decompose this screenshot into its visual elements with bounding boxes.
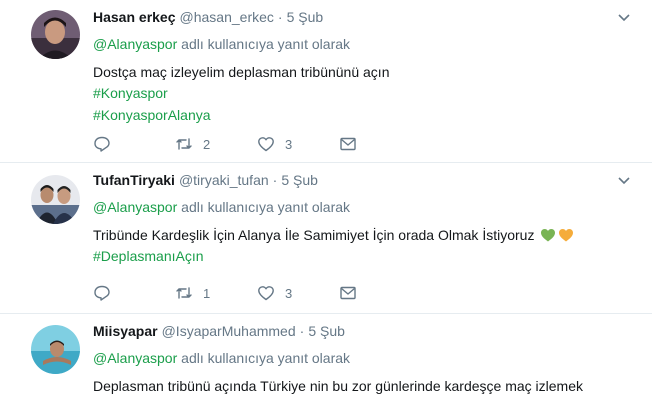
timestamp[interactable]: 5 Şub: [308, 321, 345, 341]
timestamp[interactable]: 5 Şub: [287, 7, 324, 27]
retweet-icon: [176, 287, 192, 299]
tweet-header: Miisyapar @IsyaparMuhammed · 5 Şub: [93, 321, 632, 341]
direct-message-button[interactable]: [339, 135, 421, 153]
tweet[interactable]: TufanTiryaki @tiryaki_tufan · 5 Şub @Ala…: [0, 163, 652, 314]
tweet-text-line: Dostça maç izleyelim deplasman tribününü…: [93, 64, 390, 80]
display-name[interactable]: Hasan erkeç: [93, 7, 176, 27]
reply-icon: [94, 285, 110, 301]
username[interactable]: @IsyaparMuhammed: [162, 321, 296, 341]
hashtag[interactable]: #DeplasmanıAçın: [93, 245, 632, 267]
timestamp[interactable]: 5 Şub: [281, 170, 318, 190]
retweet-count: 2: [203, 136, 211, 152]
retweet-count: 1: [203, 285, 211, 301]
reply-context-label: adlı kullanıcıya yanıt olarak: [181, 36, 351, 52]
envelope-icon: [340, 137, 356, 151]
reply-button[interactable]: [93, 284, 175, 302]
tweet-text: Deplasman tribünü açında Türkiye nin bu …: [93, 376, 632, 396]
tweet-text-content: Tribünde Kardeşlik İçin Alanya İle Samim…: [93, 227, 535, 243]
avatar[interactable]: [31, 10, 80, 59]
tweet-text: Dostça maç izleyelim deplasman tribününü…: [93, 62, 632, 126]
hashtag[interactable]: #KonyasporAlanya: [93, 104, 632, 126]
reply-context: @Alanyaspor adlı kullanıcıya yanıt olara…: [93, 34, 632, 54]
display-name[interactable]: Miisyapar: [93, 321, 158, 341]
avatar[interactable]: [31, 175, 80, 224]
display-name[interactable]: TufanTiryaki: [93, 170, 175, 190]
tweet-text-line: Tribünde Kardeşlik İçin Alanya İle Samim…: [93, 225, 632, 245]
tweet[interactable]: Hasan erkeç @hasan_erkec · 5 Şub @Alanya…: [0, 0, 652, 163]
chevron-down-icon[interactable]: [616, 9, 632, 25]
reply-context-label: adlı kullanıcıya yanıt olarak: [181, 350, 351, 366]
tweet-actions: 2 3: [93, 135, 421, 153]
like-button[interactable]: 3: [257, 284, 339, 302]
username[interactable]: @tiryaki_tufan: [179, 170, 269, 190]
retweet-button[interactable]: 1: [175, 284, 257, 302]
tweet-actions: 1 3: [93, 284, 421, 302]
like-button[interactable]: 3: [257, 135, 339, 153]
reply-icon: [94, 136, 110, 152]
reply-button[interactable]: [93, 135, 175, 153]
tweet[interactable]: Miisyapar @IsyaparMuhammed · 5 Şub @Alan…: [0, 314, 652, 402]
green-heart-icon: [541, 229, 556, 242]
reply-context: @Alanyaspor adlı kullanıcıya yanıt olara…: [93, 197, 632, 217]
hashtag[interactable]: #Konyaspor: [93, 82, 632, 104]
separator-dot: ·: [272, 172, 278, 188]
heart-icon: [258, 137, 274, 152]
avatar[interactable]: [31, 325, 80, 374]
reply-context: @Alanyaspor adlı kullanıcıya yanıt olara…: [93, 348, 632, 368]
retweet-button[interactable]: 2: [175, 135, 257, 153]
reply-mention[interactable]: @Alanyaspor: [93, 36, 177, 52]
reply-mention[interactable]: @Alanyaspor: [93, 199, 177, 215]
direct-message-button[interactable]: [339, 284, 421, 302]
tweet-header: Hasan erkeç @hasan_erkec · 5 Şub: [93, 7, 632, 27]
tweet-text: Tribünde Kardeşlik İçin Alanya İle Samim…: [93, 225, 632, 267]
reply-context-label: adlı kullanıcıya yanıt olarak: [181, 199, 351, 215]
username[interactable]: @hasan_erkec: [180, 7, 274, 27]
retweet-icon: [176, 138, 192, 150]
tweet-text-line: Deplasman tribünü açında Türkiye nin bu …: [93, 378, 583, 394]
separator-dot: ·: [277, 9, 283, 25]
like-count: 3: [285, 285, 293, 301]
envelope-icon: [340, 286, 356, 300]
chevron-down-icon[interactable]: [616, 172, 632, 188]
reply-mention[interactable]: @Alanyaspor: [93, 350, 177, 366]
heart-icon: [258, 286, 274, 301]
tweet-header: TufanTiryaki @tiryaki_tufan · 5 Şub: [93, 170, 632, 190]
like-count: 3: [285, 136, 293, 152]
yellow-heart-icon: [559, 229, 574, 242]
separator-dot: ·: [299, 323, 305, 339]
